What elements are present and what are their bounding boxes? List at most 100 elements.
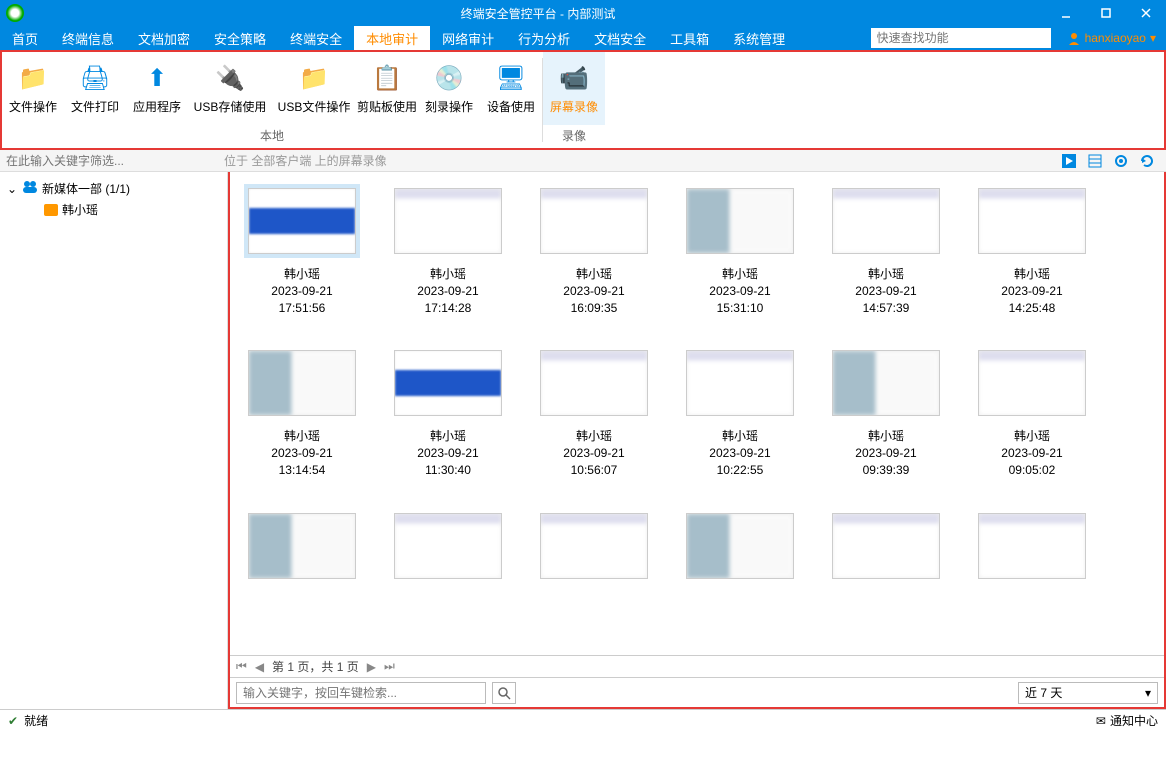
thumbnail (686, 188, 794, 254)
recording-card[interactable]: 韩小瑶2023-09-2109:05:02 (974, 346, 1090, 478)
recording-time: 16:09:35 (563, 300, 624, 317)
recording-card[interactable]: 韩小瑶2023-09-2111:30:40 (390, 346, 506, 478)
user-icon (1067, 31, 1081, 45)
ribbon-item[interactable]: 🖨文件打印 (64, 52, 126, 125)
thumbnail (540, 350, 648, 416)
thumbnail (540, 188, 648, 254)
ribbon-item[interactable]: 📋剪贴板使用 (356, 52, 418, 125)
pager-first[interactable]: ⏮ (236, 659, 247, 674)
recording-card[interactable] (682, 509, 798, 583)
maximize-button[interactable] (1086, 0, 1126, 26)
recording-card[interactable]: 韩小瑶2023-09-2117:14:28 (390, 184, 506, 316)
menu-tab[interactable]: 系统管理 (721, 26, 797, 50)
recording-card[interactable]: 韩小瑶2023-09-2113:14:54 (244, 346, 360, 478)
settings-button[interactable] (1112, 152, 1130, 170)
recording-time: 17:51:56 (271, 300, 332, 317)
thumbnail (978, 513, 1086, 579)
recording-card[interactable] (536, 509, 652, 583)
ribbon-item[interactable]: 📁文件操作 (2, 52, 64, 125)
recording-card[interactable]: 韩小瑶2023-09-2116:09:35 (536, 184, 652, 316)
recording-card[interactable]: 韩小瑶2023-09-2114:25:48 (974, 184, 1090, 316)
keyword-search-input[interactable] (236, 682, 486, 704)
thumbnail (394, 350, 502, 416)
ribbon-item[interactable]: 📹屏幕录像 (543, 52, 605, 125)
recording-time: 11:30:40 (417, 462, 478, 479)
recording-card[interactable] (974, 509, 1090, 583)
recording-date: 2023-09-21 (271, 445, 332, 462)
search-button[interactable] (492, 682, 516, 704)
menu-tab[interactable]: 工具箱 (658, 26, 721, 50)
searchbar: 近 7 天 ▾ (230, 677, 1164, 707)
ribbon-icon: ⬆ (141, 62, 173, 94)
tree-leaf[interactable]: 韩小瑶 (0, 199, 227, 220)
recording-card[interactable] (390, 509, 506, 583)
recording-date: 2023-09-21 (1001, 445, 1062, 462)
recording-user: 韩小瑶 (417, 428, 478, 445)
statusbar: ✔ 就绪 ✉ 通知中心 (0, 709, 1166, 731)
menu-tab[interactable]: 终端信息 (50, 26, 126, 50)
search-icon (497, 686, 511, 700)
ribbon-item[interactable]: 🖥设备使用 (480, 52, 542, 125)
minimize-button[interactable] (1046, 0, 1086, 26)
menu-tab[interactable]: 文档安全 (582, 26, 658, 50)
ribbon-icon: 📋 (371, 62, 403, 94)
ribbon-item[interactable]: 🔌USB存储使用 (188, 52, 272, 125)
list-view-button[interactable] (1086, 152, 1104, 170)
thumbnail (248, 350, 356, 416)
thumbnail (540, 513, 648, 579)
menubar: 首页终端信息文档加密安全策略终端安全本地审计网络审计行为分析文档安全工具箱系统管… (0, 26, 1166, 50)
notification-center[interactable]: ✉ 通知中心 (1096, 712, 1158, 729)
ribbon-icon: 🔌 (214, 62, 246, 94)
recording-user: 韩小瑶 (709, 266, 770, 283)
date-range-label: 近 7 天 (1025, 684, 1062, 701)
pager-last[interactable]: ⏭ (384, 659, 395, 674)
pager: ⏮ ◀ 第 1 页，共 1 页 ▶ ⏭ (230, 655, 1164, 677)
recording-card[interactable]: 韩小瑶2023-09-2110:22:55 (682, 346, 798, 478)
recording-card[interactable]: 韩小瑶2023-09-2115:31:10 (682, 184, 798, 316)
filterbar: 位于 全部客户端 上的屏幕录像 (0, 150, 1166, 172)
ribbon-item[interactable]: 💿刻录操作 (418, 52, 480, 125)
recording-card[interactable]: 韩小瑶2023-09-2114:57:39 (828, 184, 944, 316)
menu-tab[interactable]: 终端安全 (278, 26, 354, 50)
tree-group[interactable]: ⌄ 新媒体一部 (1/1) (0, 178, 227, 199)
thumbnail (248, 513, 356, 579)
recording-time: 14:57:39 (855, 300, 916, 317)
ribbon-item[interactable]: 📁USB文件操作 (272, 52, 356, 125)
recording-card[interactable] (828, 509, 944, 583)
recording-time: 17:14:28 (417, 300, 478, 317)
menu-tab[interactable]: 文档加密 (126, 26, 202, 50)
play-button[interactable] (1060, 152, 1078, 170)
ribbon-icon: 📁 (17, 62, 49, 94)
menu-tab[interactable]: 网络审计 (430, 26, 506, 50)
pager-next[interactable]: ▶ (367, 660, 376, 674)
date-range-select[interactable]: 近 7 天 ▾ (1018, 682, 1158, 704)
menu-tab[interactable]: 安全策略 (202, 26, 278, 50)
titlebar: 终端安全管控平台 - 内部测试 (0, 0, 1166, 26)
chevron-down-icon: ▾ (1145, 686, 1151, 700)
ribbon-item[interactable]: ⬆应用程序 (126, 52, 188, 125)
thumbnail (978, 188, 1086, 254)
quick-search-input[interactable] (871, 28, 1051, 48)
recording-card[interactable] (244, 509, 360, 583)
recording-card[interactable]: 韩小瑶2023-09-2117:51:56 (244, 184, 360, 316)
close-button[interactable] (1126, 0, 1166, 26)
tree-leaf-label: 韩小瑶 (62, 201, 98, 218)
user-menu[interactable]: hanxiaoyao ▾ (1057, 26, 1166, 50)
recording-card[interactable]: 韩小瑶2023-09-2110:56:07 (536, 346, 652, 478)
recording-card[interactable]: 韩小瑶2023-09-2109:39:39 (828, 346, 944, 478)
menu-tab[interactable]: 首页 (0, 26, 50, 50)
recording-date: 2023-09-21 (417, 283, 478, 300)
filter-input[interactable] (0, 154, 220, 168)
recording-user: 韩小瑶 (709, 428, 770, 445)
menu-tab[interactable]: 行为分析 (506, 26, 582, 50)
thumbnail (832, 350, 940, 416)
recording-user: 韩小瑶 (1001, 266, 1062, 283)
recording-time: 09:39:39 (855, 462, 916, 479)
thumbnail (978, 350, 1086, 416)
recording-time: 10:56:07 (563, 462, 624, 479)
pager-prev[interactable]: ◀ (255, 660, 264, 674)
menu-tab[interactable]: 本地审计 (354, 26, 430, 50)
computer-icon (44, 204, 58, 216)
refresh-button[interactable] (1138, 152, 1156, 170)
thumbnail (832, 513, 940, 579)
